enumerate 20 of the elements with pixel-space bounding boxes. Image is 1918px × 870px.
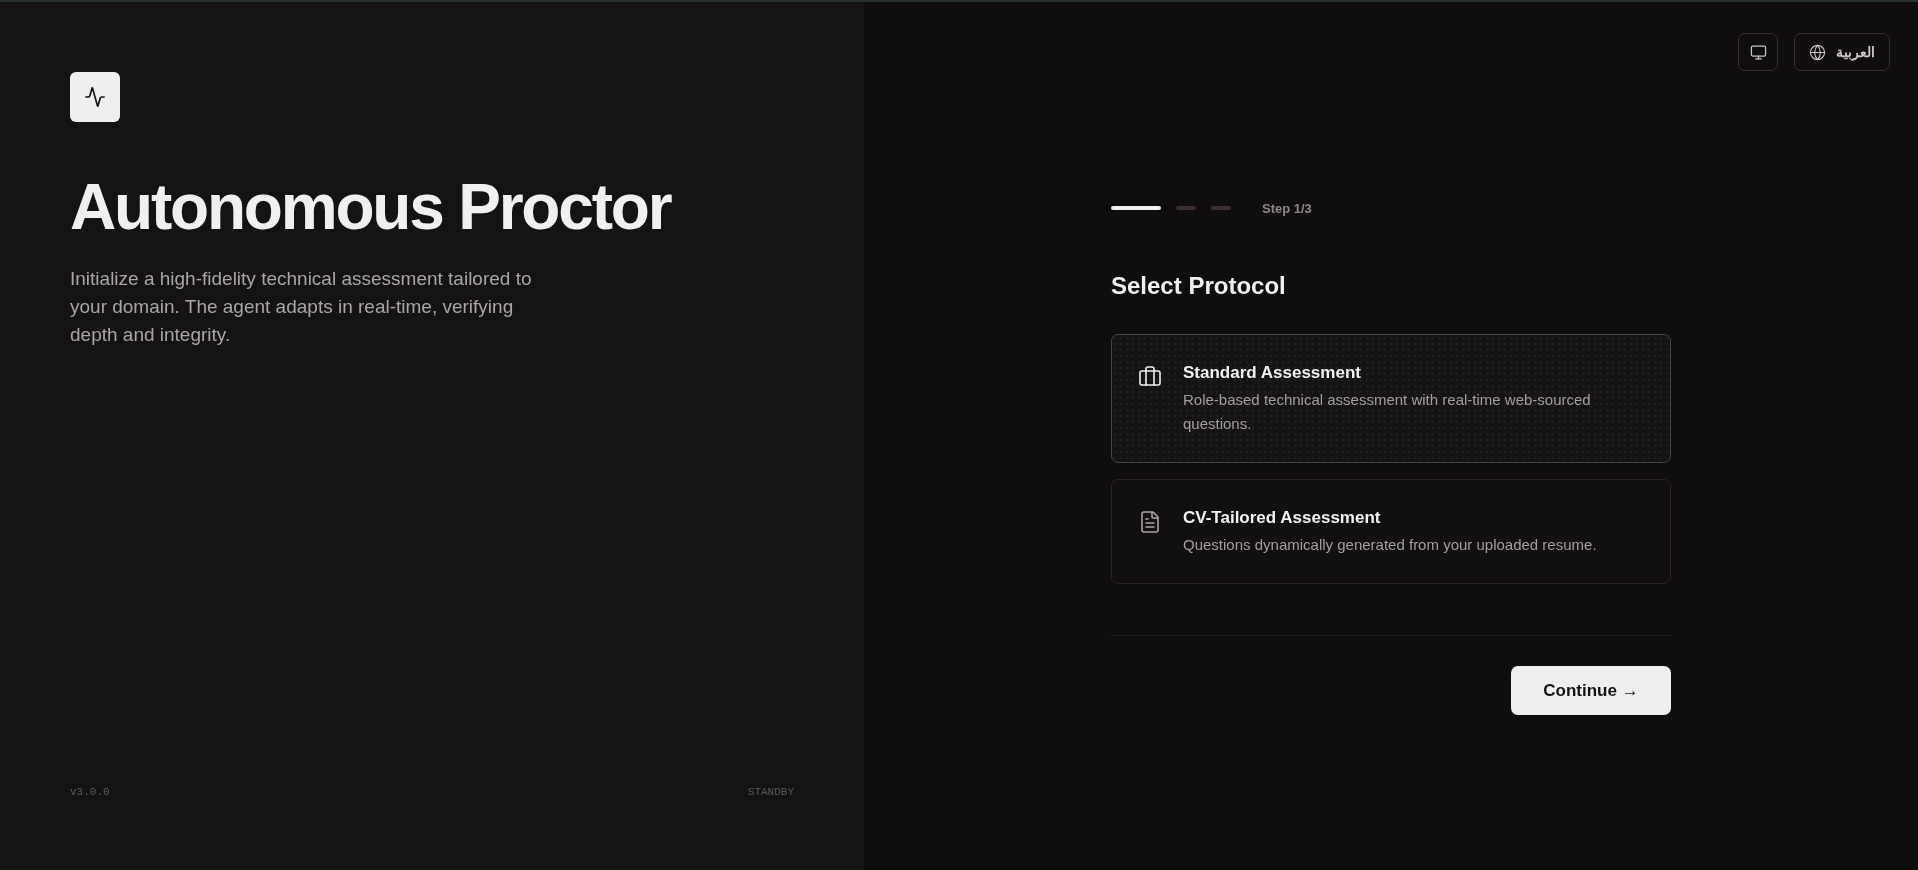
option-description: Questions dynamically generated from your uploaded resume.: [1183, 535, 1597, 555]
language-button[interactable]: العربية: [1794, 33, 1890, 71]
option-title: Standard Assessment: [1183, 362, 1362, 384]
briefcase-icon: [1138, 365, 1162, 389]
option-description: Role-based technical assessment with real-time web-sourced questions.: [1183, 390, 1592, 434]
page-title: Autonomous Proctor: [70, 172, 671, 243]
pulse-icon: [84, 86, 106, 108]
protocol-option-card[interactable]: CV-Tailored Assessment Questions dynamically generated from your uploaded resume.: [1111, 479, 1671, 584]
monitor-icon: [1749, 43, 1767, 61]
option-title: CV-Tailored Assessment: [1183, 507, 1382, 529]
globe-icon: [1809, 43, 1826, 61]
version-label: v3.0.0: [70, 786, 110, 798]
step-label: Step 1/3: [1262, 200, 1312, 216]
continue-button[interactable]: Continue →: [1511, 666, 1671, 715]
protocol-option-card[interactable]: Standard Assessment Role-based technical assessment with real-time web-sourced questions.: [1111, 334, 1671, 463]
page-description: Initialize a high-fidelity technical assessment tailored to your domain. The agent adapts in real-time, verifying depth and integrity.: [70, 267, 533, 348]
document-icon: [1138, 510, 1162, 534]
section-title: Select Protocol: [1111, 271, 1286, 301]
display-button[interactable]: [1738, 33, 1778, 71]
status-label: STANDBY: [747, 786, 794, 798]
